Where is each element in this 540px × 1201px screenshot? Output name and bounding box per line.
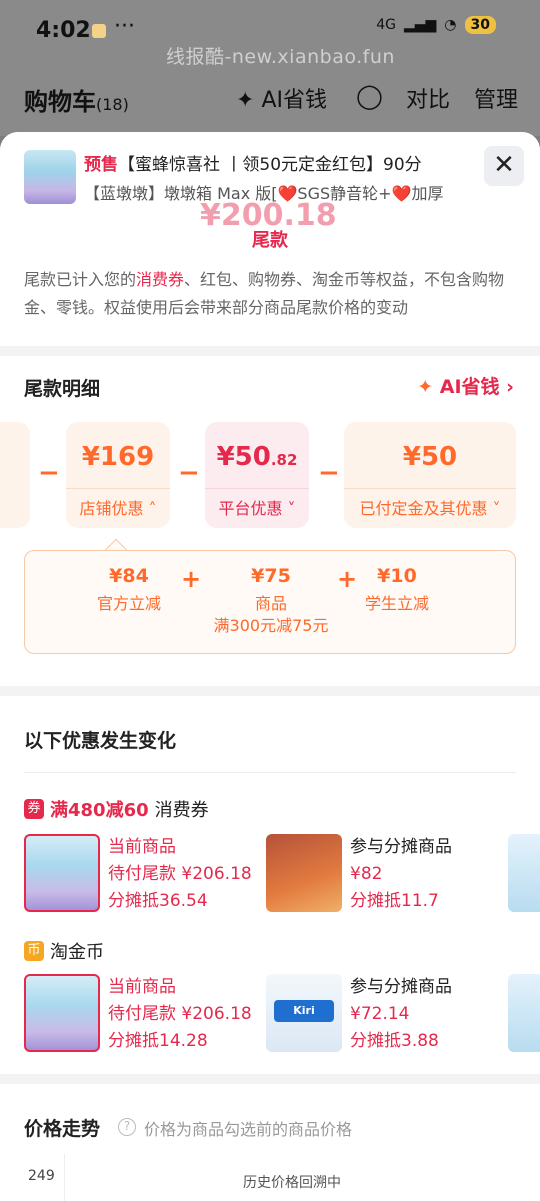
compare-button[interactable]: 对比 (406, 82, 450, 114)
more-icon: ··· (114, 14, 135, 39)
shared-product-image[interactable]: Kiri (266, 974, 342, 1052)
final-label: 尾款 (252, 230, 288, 251)
help-icon[interactable]: ? (118, 1118, 136, 1136)
product-summary: 预售【蜜蜂惊喜社 丨领50元定金红包】90分 【蓝墩墩】墩墩箱 Max 版[❤️… (0, 132, 540, 346)
wifi-icon: ◔ (444, 17, 457, 33)
manage-button[interactable]: 管理 (474, 82, 518, 114)
battery-icon: 30 (464, 16, 496, 34)
chip-deposit[interactable]: ¥50 已付定金及其优惠 ˅ (344, 422, 516, 528)
coupon-icon: 券 (24, 799, 44, 819)
chevron-right-icon: › (506, 376, 514, 398)
page-title: 购物车(18) (24, 88, 129, 116)
product-thumbnail (24, 150, 76, 204)
minus-icon: − (38, 458, 60, 488)
status-time: 4:02 (36, 18, 91, 43)
trend-loading-message: 历史价格回溯中 (243, 1175, 341, 1191)
breakdown-product: ¥75 商品 满300元减75元 (213, 565, 329, 635)
spark-icon: ✦ (417, 376, 434, 398)
spark-icon: ✦ (236, 88, 255, 113)
cart-header: 购物车(18) ✦ AI省钱 ◯ 对比 管理 (0, 66, 540, 136)
shared-product-info: 参与分摊商品 ¥72.14 分摊抵3.88 (350, 977, 452, 1051)
current-product-image[interactable] (24, 834, 100, 912)
chip-edge (0, 422, 30, 528)
minus-icon: − (178, 458, 200, 488)
shared-product-info: 参与分摊商品 ¥82 分摊抵11.7 (350, 837, 452, 911)
shared-product-image[interactable] (266, 834, 342, 912)
close-icon: ✕ (493, 150, 515, 180)
more-product-image[interactable] (508, 974, 540, 1052)
watermark: 线报酷-new.xianbao.fun (166, 46, 395, 68)
signal-icon: ▂▄▆ (403, 17, 437, 33)
coin-row: 当前商品 待付尾款 ¥206.18 分摊抵14.28 Kiri 参与分摊商品 ¥… (24, 974, 540, 1052)
current-product-info: 当前商品 待付尾款 ¥206.18 分摊抵14.28 (108, 977, 252, 1051)
minus-icon: − (318, 458, 340, 488)
breakdown-official: ¥84 官方立减 (97, 565, 162, 613)
chip-store-discount[interactable]: ¥169 店铺优惠 ˄ (66, 422, 170, 528)
divider (24, 772, 516, 773)
plus-icon: + (181, 565, 202, 593)
status-icons: 4G ▂▄▆ ◔ 30 (376, 16, 496, 34)
notification-icon (92, 24, 106, 38)
coin-title: 币 淘金币 (24, 938, 104, 964)
final-detail-section: 尾款明细 ✦ AI省钱 › − ¥169 店铺优惠 ˄ − ¥50.82 平台优… (0, 356, 540, 686)
trend-note: 价格为商品勾选前的商品价格 (144, 1120, 353, 1139)
chevron-down-icon: ˅ (287, 499, 296, 518)
chip-platform-discount[interactable]: ¥50.82 平台优惠 ˅ (205, 422, 309, 528)
changes-section: 以下优惠发生变化 券 满480减60 消费券 当前商品 待付尾款 ¥206.18 … (0, 696, 540, 1074)
breakdown-student: ¥10 学生立减 (365, 565, 430, 613)
plus-icon: + (337, 565, 358, 593)
final-payment-sheet: 预售【蜜蜂惊喜社 丨领50元定金红包】90分 【蓝墩墩】墩墩箱 Max 版[❤️… (0, 132, 540, 1201)
price-trend-section: 价格走势 ? 价格为商品勾选前的商品价格 249 历史价格回溯中 (0, 1084, 540, 1201)
chevron-down-icon: ˅ (492, 499, 501, 518)
kiri-logo: Kiri (274, 1000, 334, 1022)
search-icon[interactable]: ◯ (356, 82, 383, 110)
current-product-info: 当前商品 待付尾款 ¥206.18 分摊抵36.54 (108, 837, 252, 911)
store-discount-breakdown: ¥84 官方立减 + ¥75 商品 满300元减75元 + ¥10 学生立减 (24, 550, 516, 654)
ai-save-button[interactable]: ✦ AI省钱 (236, 82, 327, 114)
coin-icon: 币 (24, 941, 44, 961)
close-button[interactable]: ✕ (484, 146, 524, 186)
coupon-row: 当前商品 待付尾款 ¥206.18 分摊抵36.54 参与分摊商品 ¥82 分摊… (24, 834, 540, 912)
section-title: 尾款明细 (24, 378, 101, 400)
presale-tag: 预售 (84, 155, 118, 175)
chevron-up-icon: ˄ (148, 499, 157, 518)
cart-count: (18) (96, 95, 129, 114)
coupon-title: 券 满480减60 消费券 (24, 796, 209, 822)
section-title: 以下优惠发生变化 (24, 730, 177, 752)
more-product-image[interactable] (508, 834, 540, 912)
section-title: 价格走势 (24, 1118, 101, 1140)
ai-save-link[interactable]: ✦ AI省钱 › (417, 372, 514, 399)
final-description: 尾款已计入您的消费券、红包、购物券、淘金币等权益，不包含购物金、零钱。权益使用后… (24, 270, 505, 317)
product-title: 预售【蜜蜂惊喜社 丨领50元定金红包】90分 (84, 155, 422, 175)
network-label: 4G (376, 17, 396, 33)
status-bar: 4:02 ··· 线报酷-new.xianbao.fun 4G ▂▄▆ ◔ 30 (0, 0, 540, 68)
current-product-image[interactable] (24, 974, 100, 1052)
